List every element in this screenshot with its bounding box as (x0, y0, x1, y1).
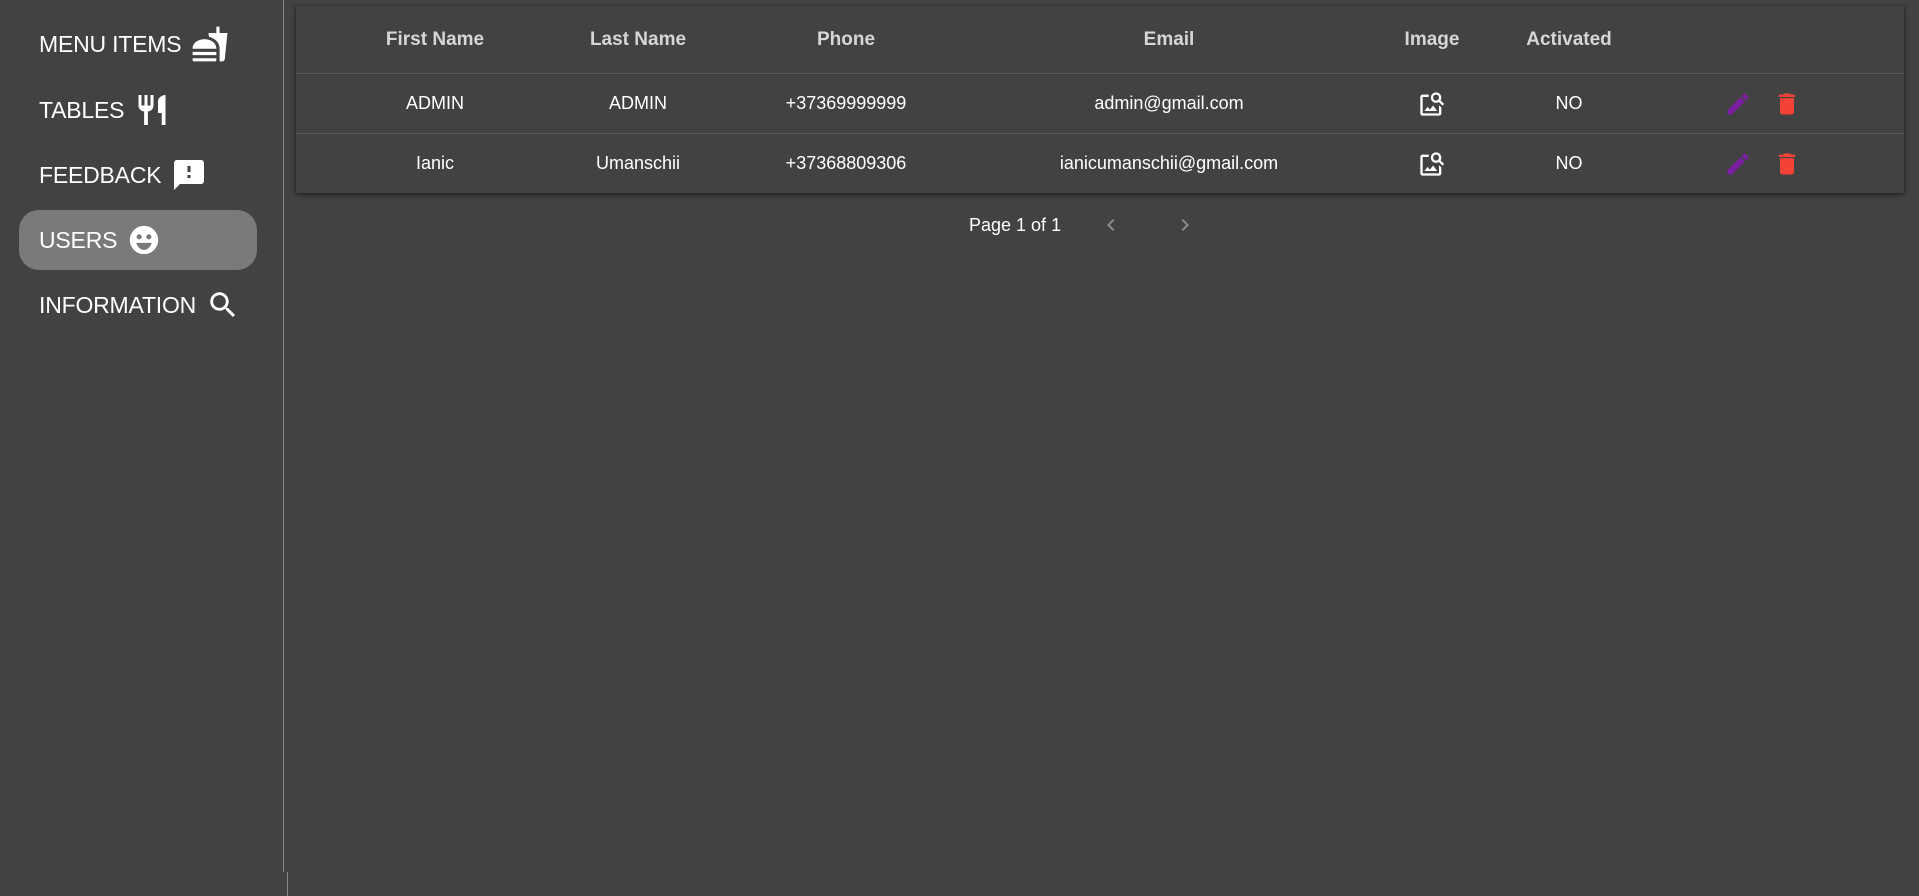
cell-email: admin@gmail.com (1094, 93, 1244, 113)
search-icon (206, 288, 240, 322)
pencil-icon[interactable] (1724, 150, 1752, 178)
image-search-button[interactable] (1418, 134, 1446, 193)
edit-button[interactable] (1724, 134, 1752, 193)
sidebar-item-users[interactable]: USERS (19, 210, 257, 270)
table-row: Ianic Umanschii +37368809306 ianicumansc… (296, 134, 1904, 193)
users-table: First Name Last Name Phone Email Image A… (296, 6, 1904, 193)
table-row: ADMIN ADMIN +37369999999 admin@gmail.com… (296, 74, 1904, 134)
image-search-button[interactable] (1418, 74, 1446, 133)
previous-page-button[interactable] (1099, 213, 1123, 237)
sidebar-item-tables[interactable]: TABLES (19, 80, 257, 140)
cell-last-name: Umanschii (595, 153, 681, 173)
delete-button[interactable] (1773, 74, 1801, 133)
edit-button[interactable] (1724, 74, 1752, 133)
cell-activated: NO (1555, 93, 1583, 113)
app-root: MENU ITEMS TABLES FEEDBACK USERS INFORMA… (0, 0, 1919, 896)
pagination: Page 1 of 1 (969, 210, 1197, 240)
cell-activated: NO (1555, 153, 1583, 173)
header-activated[interactable]: Activated (1526, 6, 1612, 73)
feedback-icon (171, 157, 207, 193)
next-page-button[interactable] (1173, 213, 1197, 237)
header-email[interactable]: Email (1144, 6, 1195, 73)
cell-first-name: Ianic (415, 153, 455, 173)
sidebar-item-feedback[interactable]: FEEDBACK (19, 145, 257, 205)
sidebar-item-label: TABLES (39, 96, 125, 123)
sidebar-item-label: USERS (39, 226, 118, 253)
pencil-icon[interactable] (1724, 90, 1752, 118)
page-indicator: Page 1 of 1 (969, 214, 1062, 235)
cell-phone: +37369999999 (785, 93, 907, 113)
sidebar-item-label: MENU ITEMS (39, 30, 182, 57)
sidebar-divider (287, 872, 288, 896)
table-header: First Name Last Name Phone Email Image A… (296, 6, 1904, 74)
sidebar-item-information[interactable]: INFORMATION (19, 275, 257, 335)
delete-button[interactable] (1773, 134, 1801, 193)
sidebar-item-menu-items[interactable]: MENU ITEMS (19, 14, 257, 74)
restaurant-icon (134, 92, 170, 128)
image-search-icon[interactable] (1418, 150, 1446, 178)
chevron-right-icon (1181, 219, 1190, 231)
header-phone[interactable]: Phone (817, 6, 875, 73)
cell-last-name: ADMIN (609, 93, 667, 113)
image-search-icon[interactable] (1418, 90, 1446, 118)
trash-icon[interactable] (1773, 150, 1801, 178)
face-icon (127, 223, 161, 257)
fastfood-icon (191, 25, 229, 63)
header-image[interactable]: Image (1405, 6, 1460, 73)
sidebar-item-label: INFORMATION (39, 291, 197, 318)
sidebar: MENU ITEMS TABLES FEEDBACK USERS INFORMA… (0, 0, 284, 872)
cell-phone: +37368809306 (785, 153, 907, 173)
sidebar-item-label: FEEDBACK (39, 161, 162, 188)
cell-email: ianicumanschii@gmail.com (1059, 153, 1279, 173)
header-first-name[interactable]: First Name (386, 6, 484, 73)
chevron-left-icon (1107, 219, 1115, 231)
trash-icon[interactable] (1773, 90, 1801, 118)
header-last-name[interactable]: Last Name (590, 6, 686, 73)
cell-first-name: ADMIN (406, 93, 464, 113)
